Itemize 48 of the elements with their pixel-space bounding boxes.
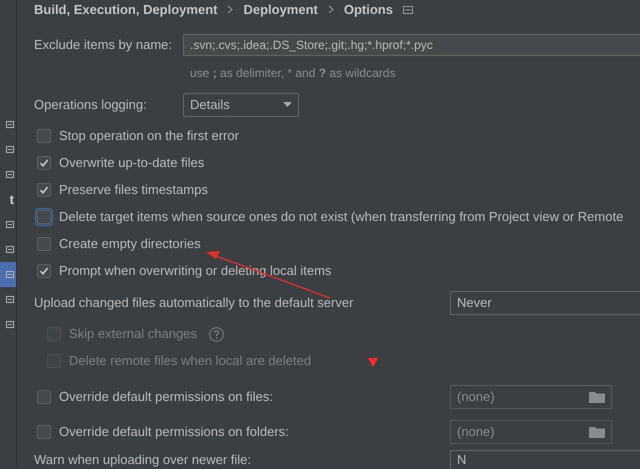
checkbox[interactable] xyxy=(37,264,51,278)
checkbox[interactable] xyxy=(37,183,51,197)
checkbox-label[interactable]: Override default permissions on files: xyxy=(59,386,273,406)
checkbox[interactable] xyxy=(37,129,51,143)
list-icon xyxy=(6,296,14,303)
triangle-marker xyxy=(368,358,378,367)
checkbox-label[interactable]: Delete target items when source ones do not exist (when transferring from Project view or Remote xyxy=(59,207,624,227)
caret-icon xyxy=(283,102,292,107)
breadcrumb-item[interactable]: Deployment xyxy=(243,0,318,20)
checkmark-icon xyxy=(39,266,49,276)
folder-icon[interactable] xyxy=(589,390,605,402)
dropdown[interactable]: Details xyxy=(183,92,299,116)
chevron-icon xyxy=(328,5,334,14)
checkbox-label[interactable]: Override default permissions on folders: xyxy=(59,422,289,442)
field-label: Warn when uploading over newer file: xyxy=(34,450,252,469)
hint-text: use ; as delimiter, * and ? as wildcards xyxy=(190,64,396,80)
field-label: Operations logging: xyxy=(34,96,148,114)
input-field[interactable]: .svn;.cvs;.idea;.DS_Store;.git;.hg;*.hprof;*.pyc xyxy=(183,34,640,56)
checkbox[interactable] xyxy=(37,237,51,251)
list-icon xyxy=(6,221,14,228)
field-label: Upload changed files automatically to the default server xyxy=(34,294,354,312)
checkbox-label[interactable]: Create empty directories xyxy=(59,234,201,254)
list-icon xyxy=(6,246,14,253)
field-label: Exclude items by name: xyxy=(34,36,174,54)
breadcrumb-item[interactable]: Options xyxy=(344,0,393,20)
list-icon xyxy=(6,171,14,178)
input-field[interactable]: (none) xyxy=(450,420,612,444)
sidebar-item[interactable]: t xyxy=(0,187,16,212)
chevron-icon xyxy=(227,5,234,14)
dropdown[interactable]: Never xyxy=(450,290,640,314)
menu-icon[interactable] xyxy=(402,6,413,14)
sidebar-item[interactable] xyxy=(0,262,16,287)
checkbox[interactable] xyxy=(37,424,51,438)
dropdown[interactable]: N xyxy=(450,450,640,469)
list-icon xyxy=(6,146,14,153)
checkbox-label[interactable]: Preserve files timestamps xyxy=(59,180,208,200)
breadcrumb-item[interactable]: Build, Execution, Deployment xyxy=(34,0,218,20)
checkbox-label[interactable]: Stop operation on the first error xyxy=(59,126,239,146)
list-icon xyxy=(6,321,14,328)
checkbox[interactable] xyxy=(37,156,51,170)
list-icon xyxy=(6,121,14,128)
checkbox-label[interactable]: Overwrite up-to-date files xyxy=(59,153,204,173)
input-field[interactable]: (none) xyxy=(450,384,612,408)
folder-icon[interactable] xyxy=(589,426,605,438)
checkmark-icon xyxy=(39,185,49,195)
checkbox[interactable] xyxy=(37,390,51,404)
list-icon xyxy=(6,271,14,278)
checkmark-icon xyxy=(39,158,49,168)
